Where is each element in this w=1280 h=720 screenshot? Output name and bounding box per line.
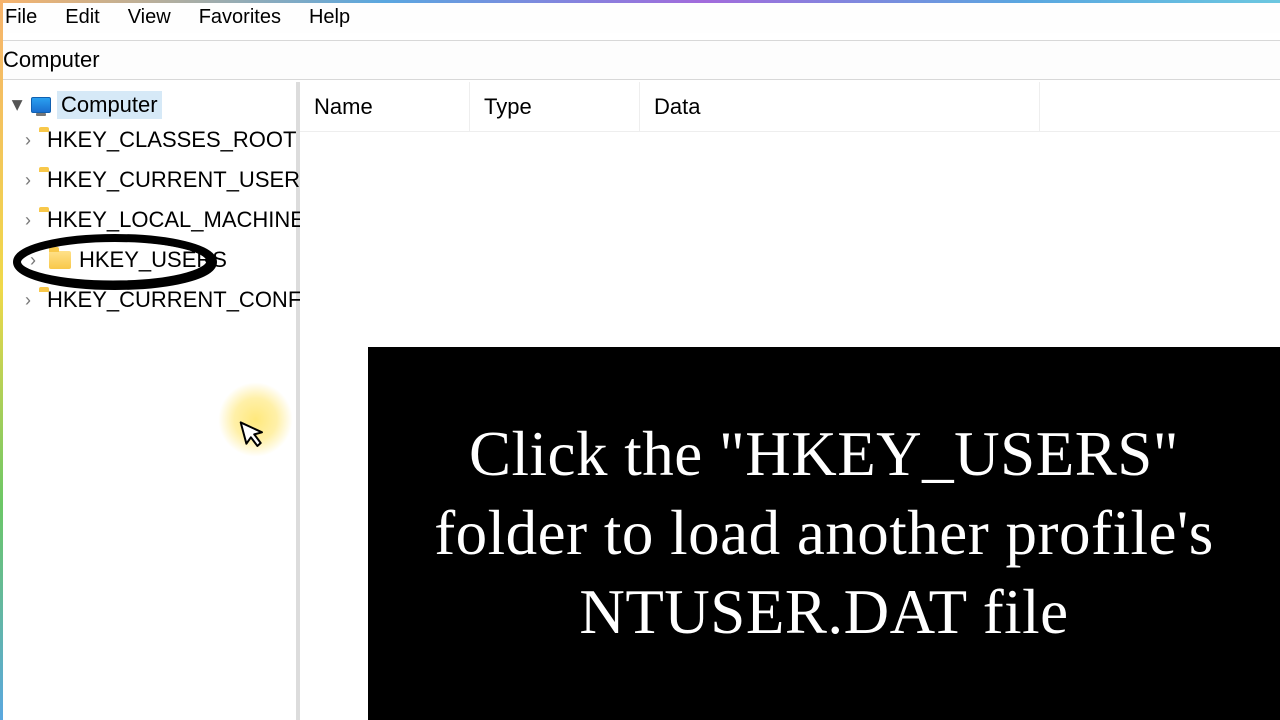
tree-item-label: HKEY_USERS	[79, 247, 227, 273]
tree-item-hkey-classes-root[interactable]: › HKEY_CLASSES_ROOT	[25, 120, 296, 160]
chevron-right-icon[interactable]: ›	[25, 210, 31, 231]
menu-edit[interactable]: Edit	[51, 4, 113, 33]
menu-file[interactable]: File	[3, 4, 51, 33]
tree-item-label: HKEY_CLASSES_ROOT	[47, 127, 296, 153]
menu-help[interactable]: Help	[295, 4, 364, 33]
tree-item-label: HKEY_CURRENT_CONFIG	[47, 287, 324, 313]
chevron-right-icon[interactable]: ›	[25, 130, 31, 151]
chevron-down-icon[interactable]: ▶	[10, 98, 27, 112]
chevron-right-icon[interactable]: ›	[25, 250, 41, 271]
tree-children: › HKEY_CLASSES_ROOT › HKEY_CURRENT_USER …	[3, 120, 296, 320]
address-path: Computer	[3, 47, 100, 73]
menu-view[interactable]: View	[114, 4, 185, 33]
column-header-type[interactable]: Type	[470, 82, 640, 131]
list-header: Name Type Data	[300, 82, 1280, 132]
menubar: File Edit View Favorites Help	[3, 3, 1280, 33]
tree-item-label: HKEY_LOCAL_MACHINE	[47, 207, 305, 233]
tree-root-computer[interactable]: ▶ Computer	[3, 90, 296, 120]
column-header-data[interactable]: Data	[640, 82, 1040, 131]
cursor-icon	[238, 414, 273, 459]
computer-icon	[31, 97, 51, 113]
tree-root-label: Computer	[57, 91, 162, 119]
menu-favorites[interactable]: Favorites	[185, 4, 295, 33]
tree-item-label: HKEY_CURRENT_USER	[47, 167, 300, 193]
tree-item-hkey-users[interactable]: › HKEY_USERS	[25, 240, 296, 280]
address-bar[interactable]: Computer	[3, 40, 1280, 80]
annotation-caption: Click the "HKEY_USERS" folder to load an…	[368, 347, 1280, 720]
tree-pane: ▶ Computer › HKEY_CLASSES_ROOT › HKEY_CU…	[3, 82, 300, 720]
tree-item-hkey-current-config[interactable]: › HKEY_CURRENT_CONFIG	[25, 280, 296, 320]
folder-icon	[49, 251, 71, 269]
chevron-right-icon[interactable]: ›	[25, 290, 31, 311]
tree-item-hkey-current-user[interactable]: › HKEY_CURRENT_USER	[25, 160, 296, 200]
tree-item-hkey-local-machine[interactable]: › HKEY_LOCAL_MACHINE	[25, 200, 296, 240]
column-header-name[interactable]: Name	[300, 82, 470, 131]
chevron-right-icon[interactable]: ›	[25, 170, 31, 191]
annotation-highlight	[218, 382, 293, 457]
